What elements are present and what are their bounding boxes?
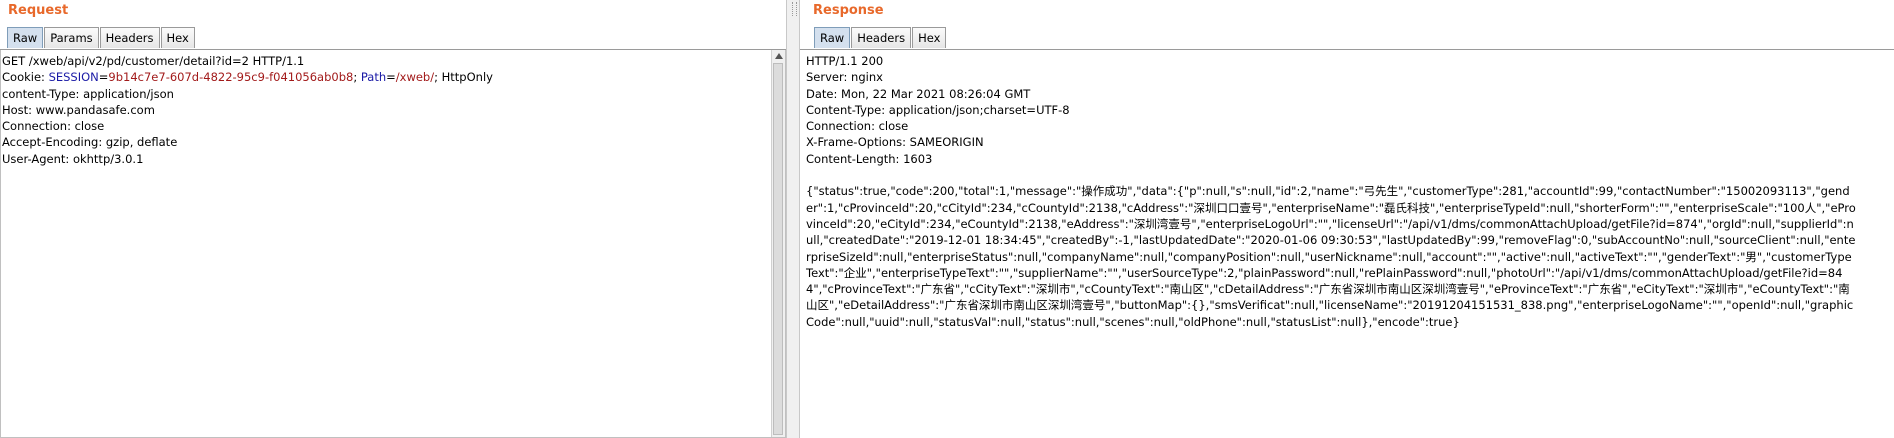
response-tab-bar: Raw Headers Hex [814,27,947,49]
tab-request-raw[interactable]: Raw [7,27,44,48]
tab-response-raw[interactable]: Raw [814,27,851,48]
tab-response-headers[interactable]: Headers [851,27,912,48]
request-tab-bar: Raw Params Headers Hex [7,27,196,49]
cookie-header-line: Cookie: SESSION=9b14c7e7-607d-4822-95c9-… [1,69,785,85]
cookie-tail: ; HttpOnly [434,70,493,85]
server-header: Server: nginx [806,70,883,85]
cookie-key-path: Path [360,70,387,85]
scrollbar-thumb[interactable] [773,63,783,435]
response-editor[interactable]: HTTP/1.1 200 Server: nginx Date: Mon, 22… [805,50,1894,438]
accept-encoding-line: Accept-Encoding: gzip, deflate [2,135,178,150]
scroll-up-arrow-icon[interactable] [775,53,783,59]
response-title: Response [813,3,884,18]
request-editor[interactable]: GET /xweb/api/v2/pd/customer/detail?id=2… [0,50,786,438]
cookie-eq: = [98,70,109,85]
content-type-header: Content-Type: application/json;charset=U… [806,102,1070,117]
response-pane: Response Raw Headers Hex HTTP/1.1 200 Se… [800,0,1894,438]
tab-request-params[interactable]: Params [44,27,99,48]
host-line: Host: www.pandasafe.com [2,102,155,117]
request-scrollbar[interactable] [771,50,785,437]
cookie-key-session: SESSION [48,70,99,85]
user-agent-line: User-Agent: okhttp/3.0.1 [2,151,144,166]
x-frame-options-header: X-Frame-Options: SAMEORIGIN [806,135,984,150]
cookie-eq: = [386,70,396,85]
tab-response-hex[interactable]: Hex [912,27,947,48]
cookie-value-session: 9b14c7e7-607d-4822-95c9-f041056ab0b8 [108,70,354,85]
drag-grip-icon[interactable] [792,2,797,16]
request-line: GET /xweb/api/v2/pd/customer/detail?id=2… [2,54,305,68]
cookie-value-path: /xweb/ [395,70,435,85]
response-body-json: {"status":true,"code":200,"total":1,"mes… [806,184,1856,329]
connection-line: Connection: close [2,119,105,134]
connection-header: Connection: close [806,119,909,134]
request-title: Request [8,3,69,18]
tab-request-headers[interactable]: Headers [99,27,160,48]
cookie-label: Cookie: [2,70,49,85]
content-length-header: Content-Length: 1603 [806,151,933,166]
split-pane-divider[interactable] [786,0,800,438]
date-header: Date: Mon, 22 Mar 2021 08:26:04 GMT [806,86,1031,101]
status-line: HTTP/1.1 200 [806,54,884,68]
content-type-line: content-Type: application/json [2,86,174,101]
tab-request-hex[interactable]: Hex [160,27,195,48]
request-pane: Request Raw Params Headers Hex GET /xweb… [0,0,786,438]
cookie-sep: ; [353,70,361,85]
